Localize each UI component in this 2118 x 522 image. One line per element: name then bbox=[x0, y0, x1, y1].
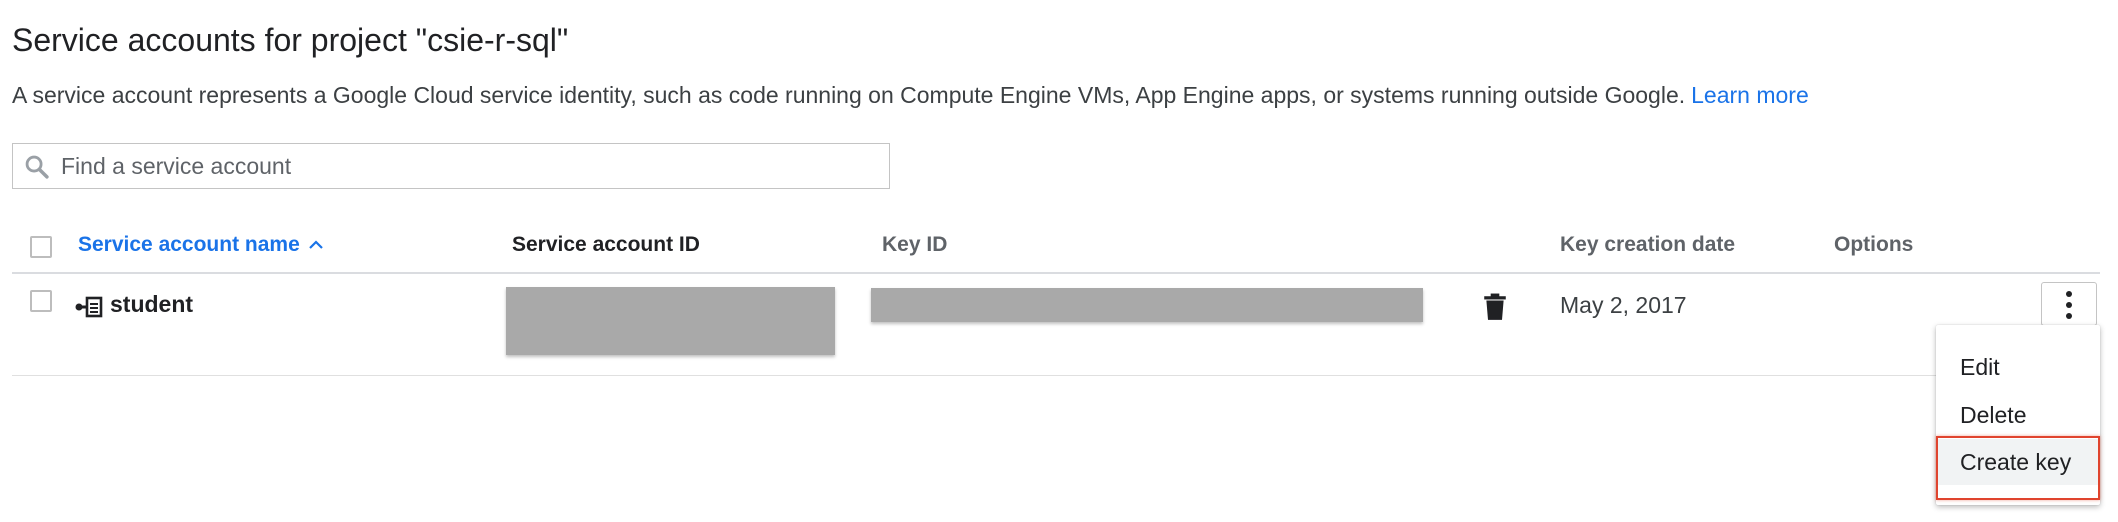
service-account-id-redacted bbox=[506, 287, 835, 355]
account-name[interactable]: student bbox=[110, 291, 193, 318]
learn-more-link[interactable]: Learn more bbox=[1691, 82, 1809, 108]
column-header-key-creation-date: Key creation date bbox=[1560, 233, 1736, 256]
menu-item-edit[interactable]: Edit bbox=[1936, 344, 2100, 390]
more-vert-icon-dot-2 bbox=[2066, 302, 2072, 308]
column-header-key-id: Key ID bbox=[882, 233, 948, 256]
options-menu: Edit Delete Create key bbox=[1936, 325, 2100, 505]
column-header-options: Options bbox=[1834, 233, 1914, 256]
page-title: Service accounts for project "csie-r-sql… bbox=[12, 22, 569, 58]
select-all-checkbox[interactable] bbox=[30, 236, 52, 258]
key-creation-date: May 2, 2017 bbox=[1560, 292, 1687, 318]
row-divider bbox=[12, 375, 2100, 376]
row-checkbox[interactable] bbox=[30, 290, 52, 312]
options-button[interactable] bbox=[2041, 282, 2097, 326]
column-header-service-account-id: Service account ID bbox=[512, 233, 700, 256]
menu-item-delete[interactable]: Delete bbox=[1936, 392, 2100, 438]
menu-item-create-key[interactable]: Create key bbox=[1936, 439, 2100, 485]
search-box[interactable] bbox=[12, 143, 890, 189]
more-vert-icon-dot-3 bbox=[2066, 313, 2072, 319]
page-description: A service account represents a Google Cl… bbox=[12, 82, 1809, 109]
column-header-name[interactable]: Service account name bbox=[78, 233, 324, 257]
service-account-icon bbox=[75, 296, 103, 318]
more-vert-icon-dot-1 bbox=[2066, 291, 2072, 297]
sort-ascending-icon bbox=[309, 240, 323, 250]
description-text: A service account represents a Google Cl… bbox=[12, 82, 1686, 108]
delete-key-icon[interactable] bbox=[1482, 293, 1508, 321]
header-divider bbox=[12, 272, 2100, 274]
search-input[interactable] bbox=[61, 144, 861, 188]
search-icon bbox=[25, 155, 49, 179]
column-header-name-label: Service account name bbox=[78, 233, 300, 256]
key-id-redacted bbox=[871, 288, 1423, 322]
